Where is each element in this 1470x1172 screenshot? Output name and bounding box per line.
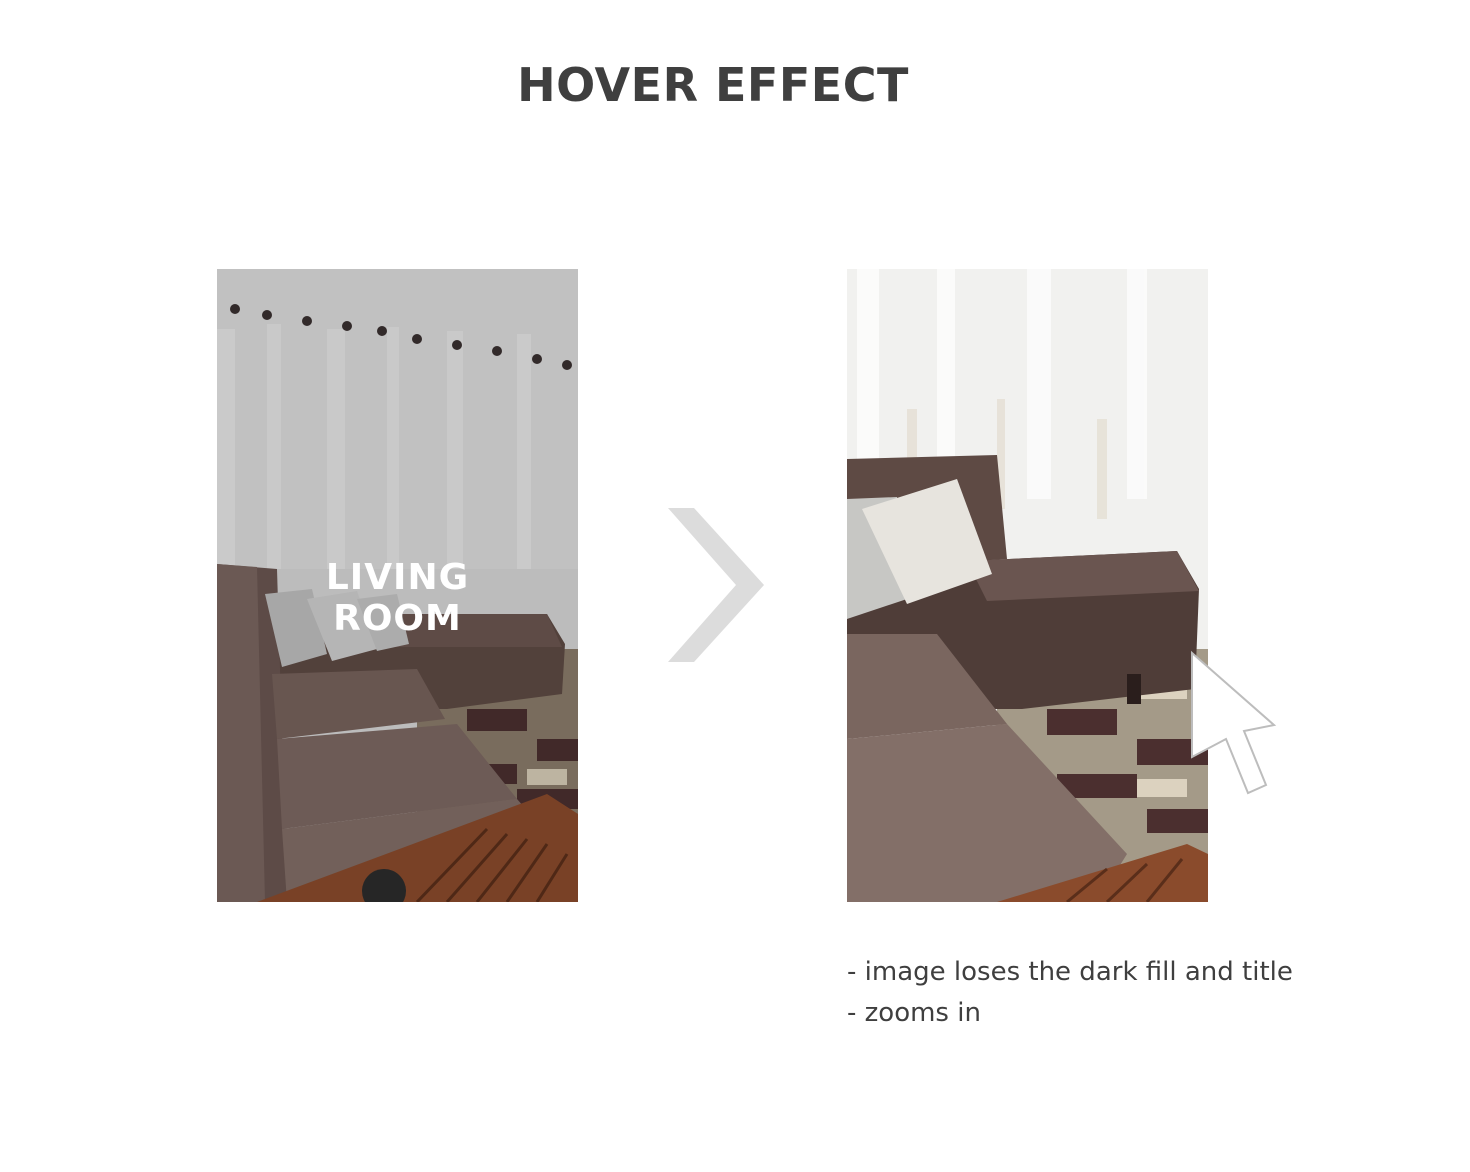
hover-notes: - image loses the dark fill and title - … [847, 952, 1293, 1034]
card-title-line-1: LIVING [325, 557, 470, 598]
card-title-line-2: ROOM [333, 598, 462, 639]
note-item: - image loses the dark fill and title [847, 957, 1293, 987]
page-title: HOVER EFFECT [517, 58, 909, 112]
living-room-card-hover[interactable] [847, 269, 1208, 902]
chevron-right-icon [668, 508, 764, 662]
living-room-card-default[interactable]: LIVING ROOM [217, 269, 578, 902]
note-item: - zooms in [847, 998, 981, 1028]
card-title: LIVING ROOM [217, 557, 578, 639]
mouse-pointer-icon [1191, 650, 1277, 795]
living-room-photo-zoomed [847, 269, 1208, 902]
